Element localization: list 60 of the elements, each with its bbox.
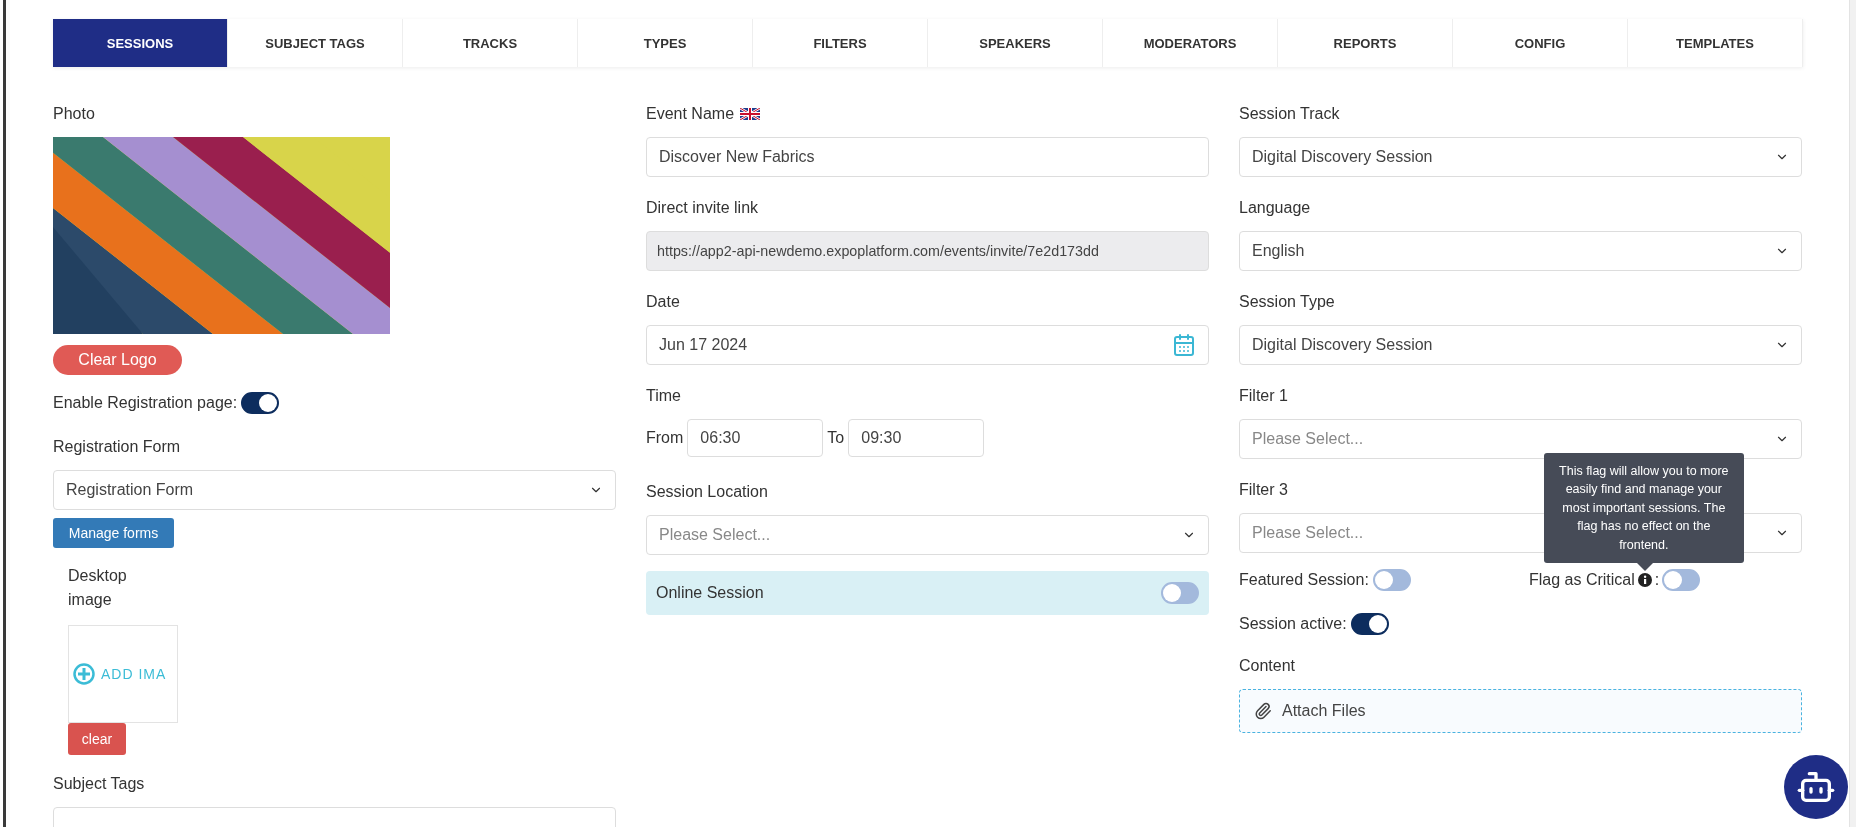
field-label: Session Location (646, 482, 768, 502)
manage-forms-button[interactable]: Manage forms (53, 518, 174, 548)
select-field[interactable]: Digital Discovery Session (1239, 325, 1802, 365)
toggle-label: Enable Registration page: (53, 394, 238, 412)
field-label: Desktop image (68, 566, 128, 610)
clear-logo-button[interactable]: Clear Logo (53, 345, 182, 375)
info-icon[interactable] (1637, 573, 1652, 587)
toggle-switch[interactable] (1662, 569, 1701, 591)
tab[interactable]: SPEAKERS (928, 19, 1103, 67)
colon-text: : (1654, 571, 1660, 589)
toggle-label: Online Session (656, 584, 764, 602)
tab[interactable]: MODERATORS (1103, 19, 1278, 67)
field-label: Time (646, 386, 681, 406)
toggle-switch[interactable] (1161, 582, 1199, 604)
tab[interactable]: TEMPLATES (1628, 19, 1803, 67)
link-field[interactable]: https://app2-api-newdemo.expoplatform.com/events/invite/7e2d173dd (646, 231, 1209, 271)
toggle-label: Session active: (1239, 615, 1347, 633)
field-label: Content (1239, 656, 1296, 676)
toggle-label: Featured Session: (1239, 571, 1369, 589)
time-label: To (827, 429, 845, 447)
field-label: Event Name (646, 104, 735, 124)
field-label: Photo (53, 104, 95, 124)
toggle-switch[interactable] (1350, 613, 1389, 635)
toggle-switch[interactable] (241, 392, 280, 414)
toggle-switch[interactable] (1372, 569, 1411, 591)
time-label: From (646, 429, 684, 447)
scrollbar[interactable] (1849, 0, 1856, 827)
date-field[interactable]: Jun 17 2024 (646, 325, 1209, 365)
field-label: Language (1239, 198, 1311, 218)
select-field[interactable]: Digital Discovery Session (1239, 137, 1802, 177)
plus-circle-icon (73, 663, 95, 685)
tab[interactable]: SESSIONS (53, 19, 228, 67)
field-label: Direct invite link (646, 198, 759, 218)
calendar-icon (1172, 333, 1196, 357)
field-label: Filter 3 (1239, 480, 1288, 500)
tab[interactable]: CONFIG (1453, 19, 1628, 67)
clear-button[interactable]: clear (68, 723, 126, 755)
tab[interactable]: REPORTS (1278, 19, 1453, 67)
flag-icon (740, 108, 761, 120)
field-label: Registration Form (53, 437, 181, 457)
tab[interactable]: FILTERS (753, 19, 928, 67)
select-field[interactable]: Please Select... (1239, 419, 1802, 459)
attach-files-button[interactable]: Attach Files (1239, 689, 1802, 733)
select-field[interactable]: Please Select... (646, 515, 1209, 555)
toggle-label: Flag as Critical (1529, 571, 1635, 589)
field-label: Session Track (1239, 104, 1340, 124)
text-field[interactable]: Discover New Fabrics (646, 137, 1209, 177)
time-field[interactable]: 06:30 (687, 419, 824, 457)
time-field[interactable]: 09:30 (848, 419, 985, 457)
select-field[interactable]: Registration Form (53, 470, 616, 510)
select-field[interactable]: English (1239, 231, 1802, 271)
paperclip-icon (1254, 702, 1272, 720)
tooltip: This flag will allow you to more easily find and manage your most important sessions. The flag has no effect on the frontend. (1543, 452, 1744, 571)
tab[interactable]: TYPES (578, 19, 753, 67)
tab[interactable]: SUBJECT TAGS (228, 19, 403, 67)
field-label: Date (646, 292, 680, 312)
field-label: Filter 1 (1239, 386, 1288, 406)
field-label: Session Type (1239, 292, 1335, 312)
tab[interactable]: TRACKS (403, 19, 578, 67)
field-label: Subject Tags (53, 774, 145, 794)
